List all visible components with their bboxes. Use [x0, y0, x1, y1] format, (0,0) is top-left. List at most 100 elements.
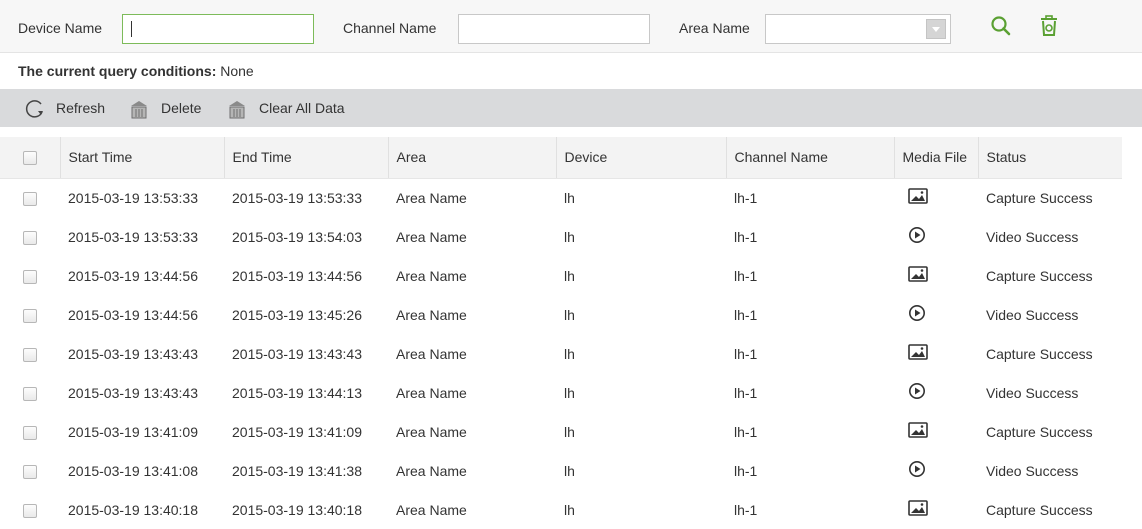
row-checkbox[interactable] — [23, 425, 37, 440]
refresh-button[interactable]: Refresh — [24, 98, 114, 118]
table-row[interactable]: 2015-03-19 13:43:43 2015-03-19 13:44:13 Ar… — [0, 373, 1122, 412]
cell-end-time: 2015-03-19 13:53:33 — [232, 189, 362, 206]
cell-end-time: 2015-03-19 13:44:56 — [232, 267, 362, 284]
records-table: Start Time End Time Area Device Channel … — [0, 137, 1122, 529]
cell-area: Area Name — [396, 267, 467, 284]
header-start-time[interactable]: Start Time — [60, 137, 225, 179]
image-icon[interactable] — [908, 344, 928, 363]
header-end-time[interactable]: End Time — [224, 137, 389, 179]
image-icon[interactable] — [908, 500, 928, 519]
cell-end-time: 2015-03-19 13:54:03 — [232, 228, 362, 245]
area-name-label: Area Name — [679, 20, 750, 36]
area-name-select[interactable] — [765, 14, 951, 44]
cell-start-time: 2015-03-19 13:41:09 — [68, 423, 198, 440]
cell-end-time: 2015-03-19 13:45:26 — [232, 306, 362, 323]
row-select-cell — [0, 217, 60, 256]
cell-start-time: 2015-03-19 13:43:43 — [68, 384, 198, 401]
image-icon[interactable] — [908, 422, 928, 441]
cell-channel-name: lh-1 — [734, 384, 758, 401]
play-circle-icon[interactable] — [908, 304, 926, 325]
device-name-label: Device Name — [18, 20, 103, 36]
header-channel-name[interactable]: Channel Name — [726, 137, 895, 179]
row-checkbox[interactable] — [23, 191, 37, 206]
cell-channel-name: lh-1 — [734, 501, 758, 518]
table-row[interactable]: 2015-03-19 13:44:56 2015-03-19 13:44:56 Ar… — [0, 256, 1122, 295]
cell-device: lh — [564, 345, 575, 362]
image-icon[interactable] — [908, 188, 928, 207]
header-area[interactable]: Area — [388, 137, 557, 179]
cell-end-time: 2015-03-19 13:41:09 — [232, 423, 362, 440]
trash-icon[interactable] — [1036, 13, 1062, 39]
clear-all-data-label: Clear All Data — [259, 100, 345, 116]
table-row[interactable]: 2015-03-19 13:53:33 2015-03-19 13:53:33 Ar… — [0, 178, 1122, 217]
row-select-cell — [0, 256, 60, 295]
cell-start-time: 2015-03-19 13:44:56 — [68, 267, 198, 284]
cell-status: Capture Success — [986, 423, 1093, 440]
cell-channel-name: lh-1 — [734, 306, 758, 323]
cell-status: Capture Success — [986, 189, 1093, 206]
cell-start-time: 2015-03-19 13:44:56 — [68, 306, 198, 323]
cell-end-time: 2015-03-19 13:43:43 — [232, 345, 362, 362]
cell-start-time: 2015-03-19 13:53:33 — [68, 189, 198, 206]
filter-bar: Device Name Channel Name Area Name — [0, 0, 1142, 53]
cell-device: lh — [564, 267, 575, 284]
query-conditions: The current query conditions: None — [18, 63, 254, 79]
row-checkbox[interactable] — [23, 386, 37, 401]
play-circle-icon[interactable] — [908, 382, 926, 403]
delete-button[interactable]: Delete — [128, 98, 212, 119]
cell-end-time: 2015-03-19 13:40:18 — [232, 501, 362, 518]
cell-channel-name: lh-1 — [734, 189, 758, 206]
row-select-cell — [0, 178, 60, 217]
select-all-checkbox[interactable] — [22, 151, 37, 166]
cell-channel-name: lh-1 — [734, 228, 758, 245]
cell-end-time: 2015-03-19 13:44:13 — [232, 384, 362, 401]
table-row[interactable]: 2015-03-19 13:44:56 2015-03-19 13:45:26 Ar… — [0, 295, 1122, 334]
cell-media-file — [894, 295, 978, 334]
play-circle-icon[interactable] — [908, 226, 926, 247]
row-select-cell — [0, 412, 60, 451]
table-row[interactable]: 2015-03-19 13:43:43 2015-03-19 13:43:43 Ar… — [0, 334, 1122, 373]
refresh-label: Refresh — [56, 100, 106, 116]
cell-channel-name: lh-1 — [734, 345, 758, 362]
cell-area: Area Name — [396, 501, 467, 518]
cell-area: Area Name — [396, 228, 467, 245]
cell-area: Area Name — [396, 306, 467, 323]
table-row[interactable]: 2015-03-19 13:53:33 2015-03-19 13:54:03 Ar… — [0, 217, 1122, 256]
row-select-cell — [0, 490, 60, 529]
chevron-down-icon[interactable] — [926, 19, 946, 39]
channel-name-input[interactable] — [458, 14, 650, 44]
row-checkbox[interactable] — [23, 503, 37, 518]
device-name-input[interactable] — [122, 14, 314, 44]
row-checkbox[interactable] — [23, 230, 37, 245]
image-icon[interactable] — [908, 266, 928, 285]
cell-channel-name: lh-1 — [734, 423, 758, 440]
cell-start-time: 2015-03-19 13:40:18 — [68, 501, 198, 518]
cell-area: Area Name — [396, 345, 467, 362]
cell-channel-name: lh-1 — [734, 267, 758, 284]
delete-icon — [131, 101, 147, 119]
row-checkbox[interactable] — [23, 308, 37, 323]
cell-end-time: 2015-03-19 13:41:38 — [232, 462, 362, 479]
query-conditions-label: The current query conditions: — [18, 63, 217, 79]
cell-start-time: 2015-03-19 13:43:43 — [68, 345, 198, 362]
header-device[interactable]: Device — [556, 137, 727, 179]
cell-area: Area Name — [396, 462, 467, 479]
header-status[interactable]: Status — [978, 137, 1122, 179]
row-checkbox[interactable] — [23, 347, 37, 362]
cell-device: lh — [564, 228, 575, 245]
cell-status: Capture Success — [986, 345, 1093, 362]
row-select-cell — [0, 451, 60, 490]
row-checkbox[interactable] — [23, 464, 37, 479]
cell-channel-name: lh-1 — [734, 462, 758, 479]
cell-device: lh — [564, 501, 575, 518]
table-row[interactable]: 2015-03-19 13:41:09 2015-03-19 13:41:09 Ar… — [0, 412, 1122, 451]
header-media-file[interactable]: Media File — [894, 137, 979, 179]
search-icon[interactable] — [988, 13, 1014, 39]
table-row[interactable]: 2015-03-19 13:40:18 2015-03-19 13:40:18 Ar… — [0, 490, 1122, 529]
table-row[interactable]: 2015-03-19 13:41:08 2015-03-19 13:41:38 Ar… — [0, 451, 1122, 490]
cell-media-file — [894, 412, 978, 451]
play-circle-icon[interactable] — [908, 460, 926, 481]
cell-media-file — [894, 334, 978, 373]
clear-all-data-button[interactable]: Clear All Data — [226, 98, 366, 119]
row-checkbox[interactable] — [23, 269, 37, 284]
